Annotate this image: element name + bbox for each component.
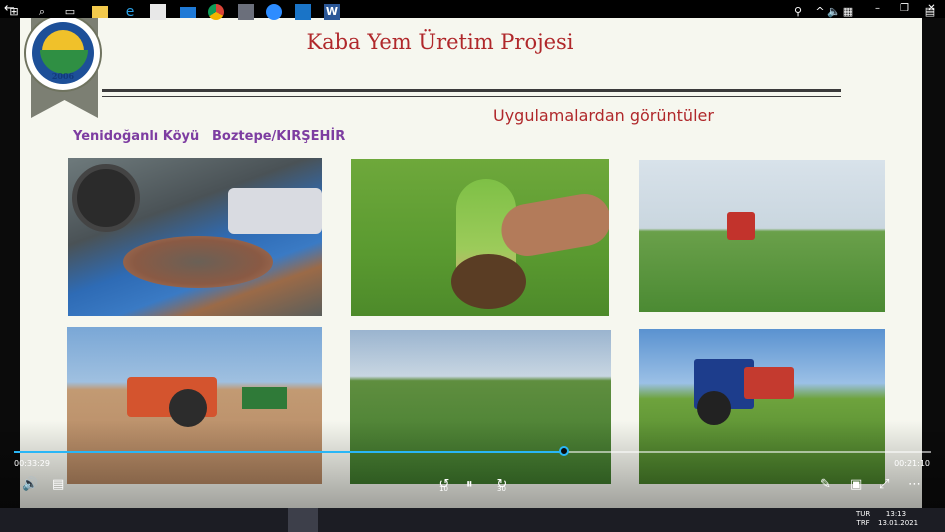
seed-drill — [242, 387, 287, 409]
forward-seconds: 30 — [497, 485, 506, 493]
clock[interactable]: 13:13 13.01.2021 — [878, 510, 919, 528]
photo-seed-mixing — [68, 158, 322, 316]
people-icon[interactable]: ⚲ — [790, 4, 806, 20]
maximize-button[interactable]: ❐ — [891, 0, 918, 18]
minimize-button[interactable]: – — [864, 0, 891, 18]
location-town: Boztepe/KIRŞEHİR — [212, 129, 346, 144]
photo-tractor-distant — [639, 160, 885, 312]
word-icon[interactable]: W — [324, 4, 340, 20]
keyboard-layout: TRF — [856, 519, 870, 527]
pen-icon[interactable]: ✎ — [820, 477, 831, 493]
tray-network-icon[interactable]: ▦ — [840, 4, 856, 20]
red-tractor — [727, 212, 755, 240]
rewind-seconds: 10 — [439, 485, 448, 493]
pause-button[interactable]: ⏸ — [466, 477, 473, 493]
zoom-icon[interactable] — [266, 4, 282, 20]
fertilizer-spreader — [744, 367, 794, 399]
active-app-highlight — [288, 508, 318, 532]
slide-subtitle: Uygulamalardan görüntüler — [493, 106, 714, 125]
elapsed-time: 00:33:29 — [14, 459, 50, 468]
task-view-icon[interactable]: ▭ — [62, 4, 78, 20]
seed-bags — [228, 188, 322, 234]
location-village: Yenidoğanlı Köyü — [73, 129, 200, 144]
language-code: TUR — [856, 510, 871, 518]
start-icon[interactable]: ⊞ — [6, 4, 22, 20]
plant-roots — [451, 254, 526, 309]
seek-bar-progress — [14, 451, 565, 453]
input-language[interactable]: TUR TRF — [856, 510, 870, 528]
player-controls-shade — [0, 420, 945, 508]
photo-plant-roots — [351, 159, 609, 316]
more-options-icon[interactable]: ⋯ — [908, 477, 921, 493]
seed-heap — [123, 236, 273, 288]
movies-tv-icon[interactable] — [295, 4, 311, 20]
edge-icon[interactable]: e — [122, 4, 138, 20]
notification-icon[interactable]: ▤ — [922, 4, 938, 20]
title-divider-thick — [102, 89, 841, 92]
windows-taskbar — [0, 508, 945, 532]
university-logo: 2006 — [24, 18, 102, 92]
fullscreen-icon[interactable]: ⤢ — [879, 477, 889, 493]
mini-view-icon[interactable]: ▣ — [850, 477, 862, 493]
tractor-tire — [72, 164, 140, 232]
calculator-icon[interactable] — [238, 4, 254, 20]
search-icon[interactable]: ⌕ — [34, 4, 50, 20]
slide-title: Kaba Yem Üretim Projesi — [306, 30, 574, 54]
mail-icon[interactable] — [180, 7, 196, 18]
logo-year: 2006 — [51, 71, 75, 81]
forward-30-button[interactable]: ↻ 30 — [494, 477, 510, 493]
clock-date: 13.01.2021 — [878, 519, 919, 527]
rewind-10-button[interactable]: ↺ 10 — [436, 477, 452, 493]
seek-bar[interactable] — [14, 451, 931, 453]
volume-icon[interactable]: 🔊 — [22, 477, 38, 493]
captions-icon[interactable]: ▤ — [52, 477, 64, 493]
chrome-icon[interactable] — [208, 4, 224, 20]
title-divider-thin — [102, 96, 841, 97]
clock-time: 13:13 — [885, 510, 907, 518]
remaining-time: 00:21:10 — [894, 459, 930, 468]
file-explorer-icon[interactable] — [92, 6, 108, 18]
store-icon[interactable] — [150, 4, 166, 20]
